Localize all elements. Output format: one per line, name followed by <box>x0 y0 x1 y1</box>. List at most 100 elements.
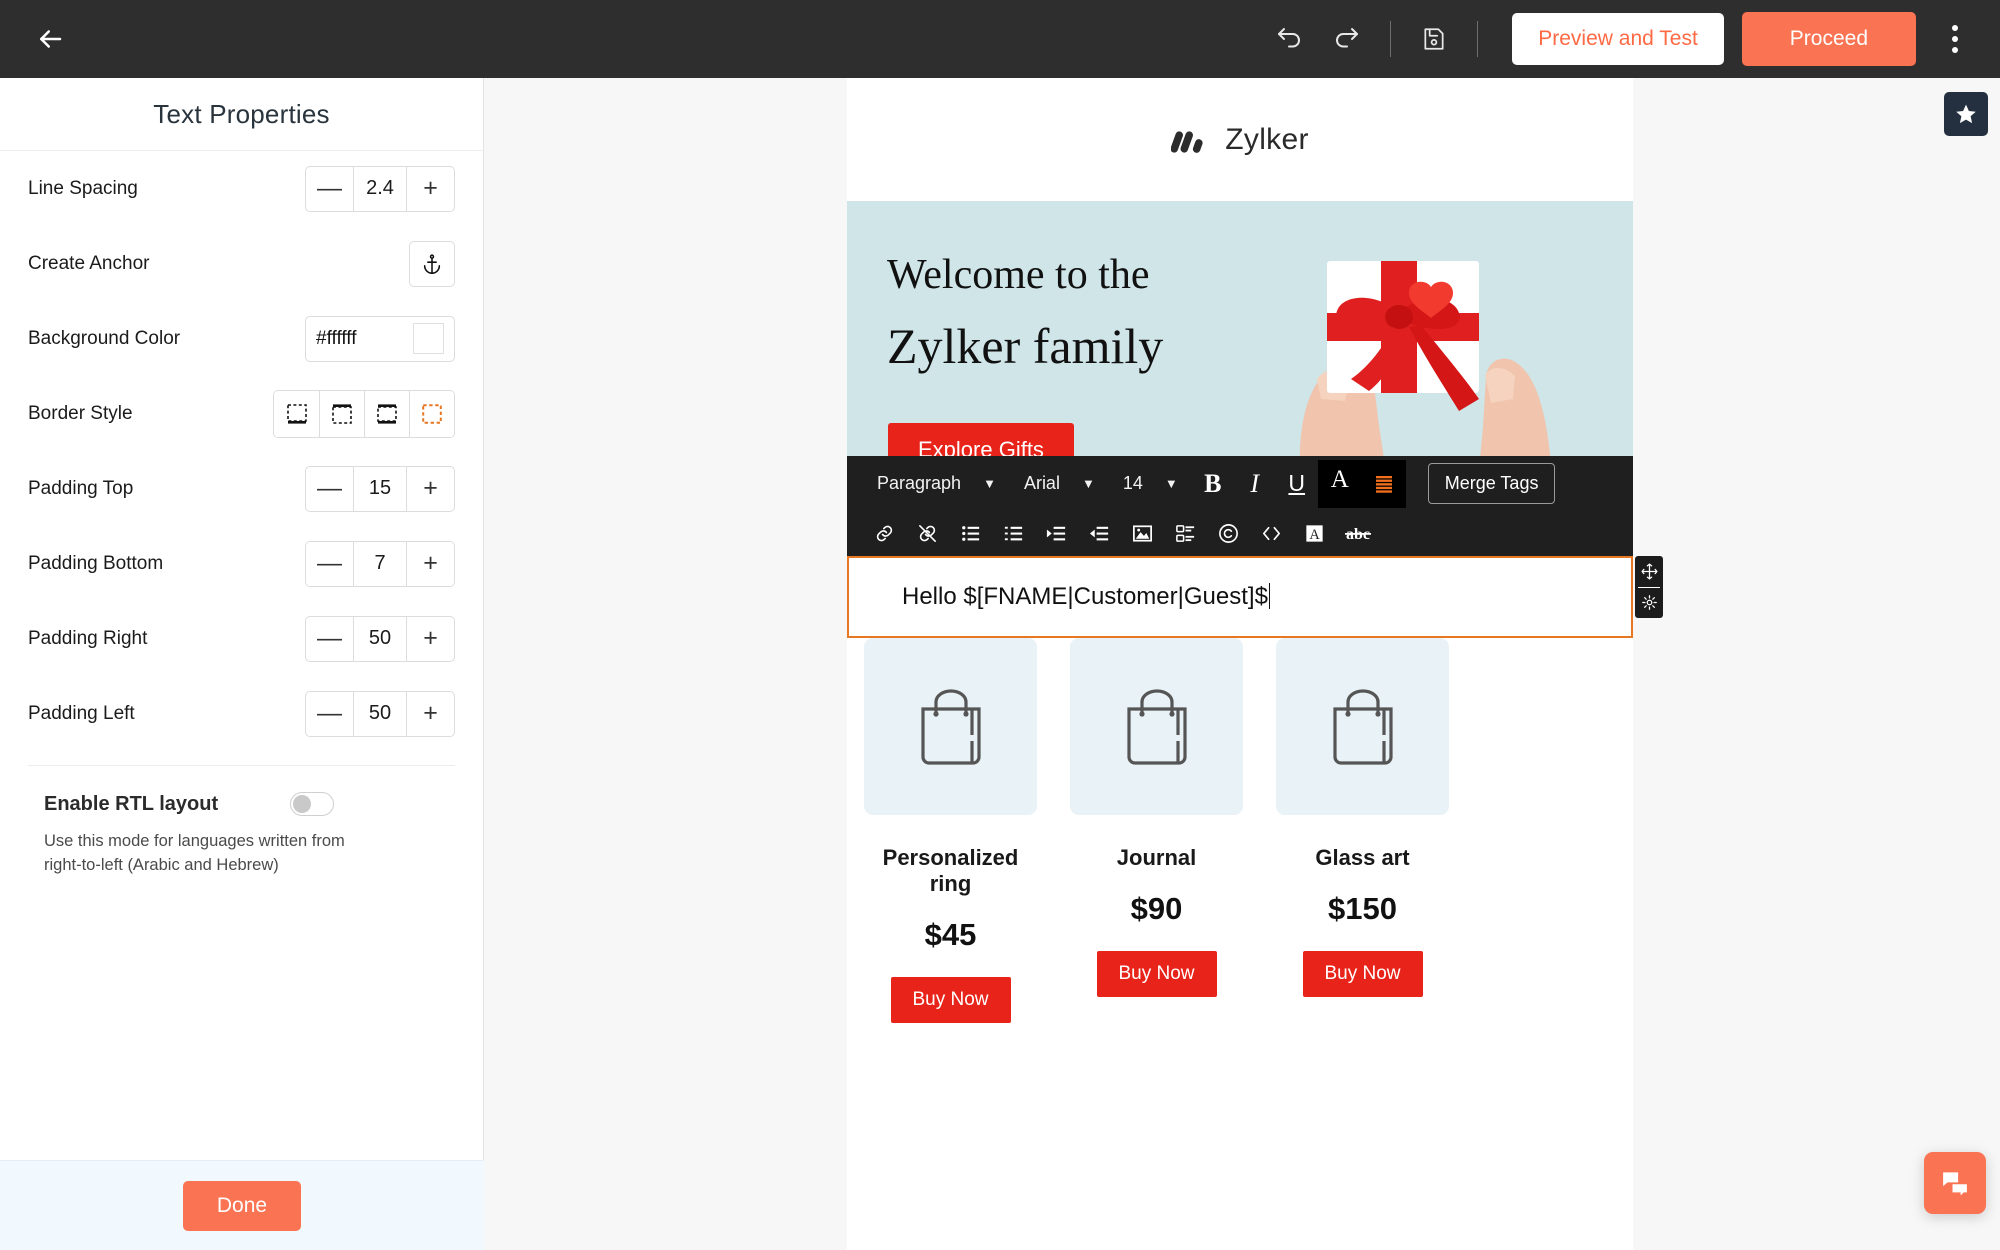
bulleted-list-button[interactable] <box>949 515 992 553</box>
product-price: $45 <box>924 916 977 952</box>
buy-now-button[interactable]: Buy Now <box>890 976 1011 1023</box>
product-grid: Personalized ring $45 Buy Now Journal $9… <box>847 604 1633 1023</box>
source-code-button[interactable] <box>1250 515 1293 553</box>
proceed-button[interactable]: Proceed <box>1741 12 1916 66</box>
insert-image-button[interactable] <box>1121 515 1164 553</box>
kebab-dot <box>1952 36 1958 42</box>
buy-now-button[interactable]: Buy Now <box>1302 950 1423 997</box>
line-spacing-decrement[interactable]: — <box>306 167 353 211</box>
paragraph-style-dropdown[interactable]: Paragraph ▼ <box>863 465 1010 503</box>
merge-tags-button[interactable]: Merge Tags <box>1427 463 1556 504</box>
boxed-letter-button[interactable]: A <box>1293 515 1336 553</box>
row-label: Padding Bottom <box>28 552 164 574</box>
create-anchor-button[interactable] <box>409 240 455 287</box>
row-padding-left: Padding Left — 50 + <box>28 676 455 751</box>
border-style-option-top-solid[interactable] <box>319 390 364 437</box>
product-name: Glass art <box>1315 844 1410 870</box>
chat-bubble-icon <box>1943 1172 1967 1196</box>
done-button[interactable]: Done <box>182 1180 302 1231</box>
padding-right-decrement[interactable]: — <box>306 617 353 661</box>
padding-left-decrement[interactable]: — <box>306 692 353 736</box>
toolbar-divider-2 <box>1477 21 1479 57</box>
indent-button[interactable] <box>1035 515 1078 553</box>
copyright-icon <box>1219 524 1238 543</box>
background-color-swatch[interactable] <box>413 323 444 354</box>
padding-left-value[interactable]: 50 <box>353 691 407 736</box>
padding-right-value[interactable]: 50 <box>353 616 407 661</box>
numbered-list-button[interactable] <box>992 515 1035 553</box>
padding-left-increment[interactable]: + <box>407 692 454 736</box>
padding-bottom-value[interactable]: 7 <box>353 541 407 586</box>
rtl-toggle[interactable] <box>290 792 334 816</box>
star-icon <box>1956 104 1976 124</box>
line-spacing-value[interactable]: 2.4 <box>353 166 407 211</box>
padding-bottom-increment[interactable]: + <box>407 542 454 586</box>
background-color-value[interactable]: #ffffff <box>316 328 413 350</box>
padding-top-value[interactable]: 15 <box>353 466 407 511</box>
outdent-button[interactable] <box>1078 515 1121 553</box>
arrow-left-icon <box>40 30 62 48</box>
zylker-logo-icon <box>1171 130 1203 153</box>
redo-icon <box>1336 28 1359 48</box>
move-block-button[interactable] <box>1635 556 1663 587</box>
padding-bottom-stepper: — 7 + <box>305 540 455 587</box>
svg-text:A: A <box>1309 527 1320 543</box>
favorites-button[interactable] <box>1944 92 1988 136</box>
shopping-bag-icon <box>1332 689 1393 765</box>
underline-button[interactable]: U <box>1276 463 1318 505</box>
border-style-group <box>273 389 455 438</box>
row-label: Create Anchor <box>28 252 150 274</box>
font-size-value: 14 <box>1122 473 1143 493</box>
back-button[interactable] <box>22 11 78 67</box>
source-code-icon <box>1262 526 1281 541</box>
redo-button[interactable] <box>1318 10 1376 68</box>
undo-button[interactable] <box>1260 10 1318 68</box>
row-padding-bottom: Padding Bottom — 7 + <box>28 526 455 601</box>
personalize-button[interactable] <box>1164 515 1207 553</box>
move-icon <box>1640 563 1658 580</box>
block-settings-button[interactable] <box>1635 588 1663 619</box>
chevron-down-icon: ▼ <box>983 476 996 491</box>
border-style-option-bottom-solid[interactable] <box>274 390 319 437</box>
buy-now-button[interactable]: Buy Now <box>1096 950 1217 997</box>
padding-top-increment[interactable]: + <box>407 467 454 511</box>
row-label: Line Spacing <box>28 177 138 199</box>
unlink-button[interactable] <box>906 515 949 553</box>
rtl-label: Enable RTL layout <box>44 792 219 815</box>
row-create-anchor: Create Anchor <box>28 226 455 301</box>
product-price: $90 <box>1130 890 1183 926</box>
border-style-option-all-dashed[interactable] <box>409 390 454 437</box>
row-padding-top: Padding Top — 15 + <box>28 451 455 526</box>
line-spacing-increment[interactable]: + <box>407 167 454 211</box>
padding-right-increment[interactable]: + <box>407 617 454 661</box>
padding-top-decrement[interactable]: — <box>306 467 353 511</box>
save-icon <box>1424 28 1444 50</box>
border-style-option-top-bottom-solid[interactable] <box>364 390 409 437</box>
anchor-icon <box>423 253 441 274</box>
link-button[interactable] <box>863 515 906 553</box>
padding-bottom-decrement[interactable]: — <box>306 542 353 586</box>
chat-support-button[interactable] <box>1924 1152 1986 1214</box>
italic-button[interactable]: I <box>1234 463 1276 505</box>
rte-toolbar-row-1: Paragraph ▼ Arial ▼ 14 ▼ B I U A Merge T… <box>847 456 1633 511</box>
selected-text-block[interactable]: Hello $[FNAME|Customer|Guest]$ <box>847 556 1633 638</box>
font-size-dropdown[interactable]: 14 ▼ <box>1109 465 1192 503</box>
panel-body: Line Spacing — 2.4 + Create Anchor Backg… <box>0 151 483 878</box>
hero-copy: Welcome to the Zylker family <box>887 251 1163 375</box>
save-button[interactable] <box>1405 10 1463 68</box>
image-icon <box>1133 525 1152 542</box>
more-options-button[interactable] <box>1932 11 1978 67</box>
preview-and-test-button[interactable]: Preview and Test <box>1512 13 1724 65</box>
panel-title: Text Properties <box>153 98 330 129</box>
editable-text[interactable]: Hello $[FNAME|Customer|Guest]$ <box>902 583 1271 611</box>
strikethrough-button[interactable]: abc <box>1336 515 1379 553</box>
text-color-button[interactable]: A <box>1317 459 1362 508</box>
rtl-toggle-knob <box>293 795 311 813</box>
email-brand-header: Zylker <box>847 78 1633 201</box>
hands-holding-gift-box-image <box>1293 201 1633 491</box>
bold-button[interactable]: B <box>1192 463 1234 505</box>
background-color-field[interactable]: #ffffff <box>305 315 455 362</box>
highlight-color-button[interactable] <box>1361 459 1406 508</box>
font-family-dropdown[interactable]: Arial ▼ <box>1010 465 1109 503</box>
copyright-button[interactable] <box>1207 515 1250 553</box>
